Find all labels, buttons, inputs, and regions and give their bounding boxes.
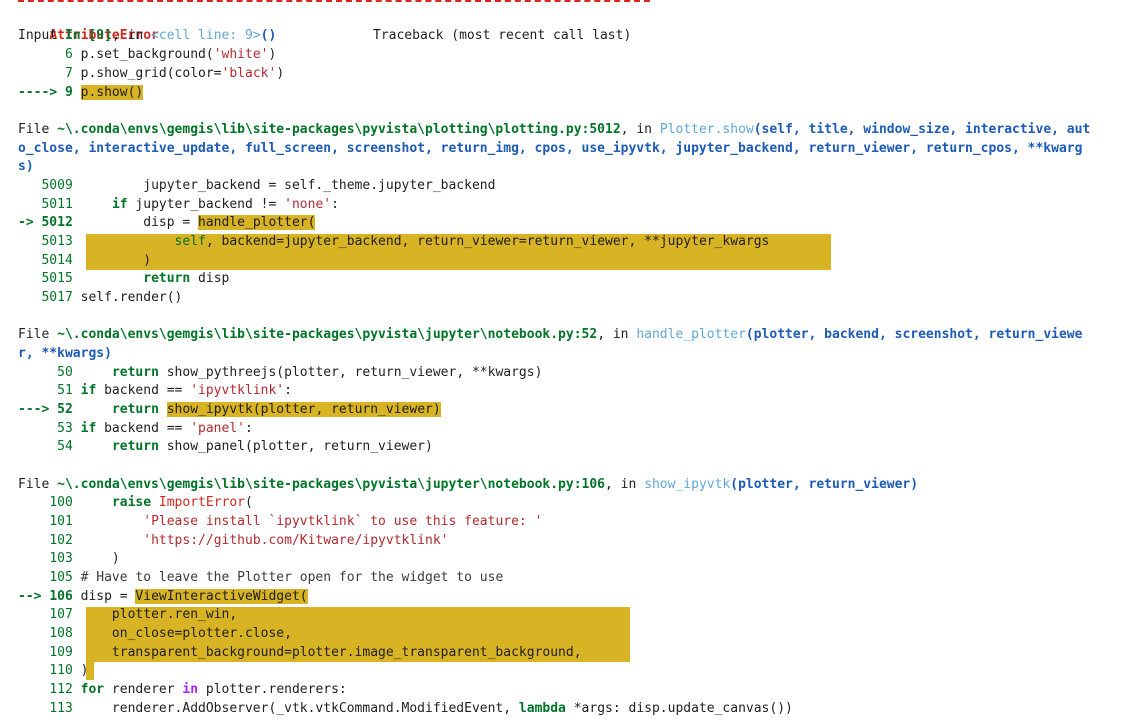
code-line: 112 for renderer in plotter.renderers: <box>49 682 347 697</box>
frame-signature: (plotter, return_viewer) <box>730 477 919 492</box>
code-line-current: --> 106 disp = ViewInteractiveWidget( <box>18 589 308 604</box>
frame-function: handle_plotter <box>636 327 746 342</box>
frame-function: Plotter.show <box>659 122 754 137</box>
code-line: 54 return show_panel(plotter, return_vie… <box>57 439 433 454</box>
code-line: 105 # Have to leave the Plotter open for… <box>49 570 504 585</box>
frame-header: File ~\.conda\envs\gemgis\lib\site-packa… <box>18 327 1083 361</box>
frame-function: show_ipyvtk <box>644 477 731 492</box>
error-header: AttributeError Traceback (most recent cal… <box>18 8 1094 43</box>
code-line: 103 ) <box>49 551 120 566</box>
code-line: 107 plotter.ren_win, <box>49 607 238 622</box>
code-line: 100 raise ImportError( <box>49 495 253 510</box>
current-line-arrow: ----> <box>18 85 58 100</box>
code-line: 5013 self, backend=jupyter_backend, retu… <box>41 234 770 249</box>
cell-ref: In [9] <box>64 28 112 43</box>
code-line: 51 if backend == 'ipyvtklink': <box>57 383 292 398</box>
code-line-current: ----> 9 p.show() <box>18 85 144 100</box>
code-line: 5011 if jupyter_backend != 'none': <box>41 197 339 212</box>
frame-path: ~\.conda\envs\gemgis\lib\site-packages\p… <box>57 477 606 492</box>
code-line: 110 ) <box>49 663 89 678</box>
traceback-separator <box>18 0 650 2</box>
code-line: 102 'https://github.com/Kitware/ipyvtkli… <box>49 533 449 548</box>
code-line: 5014 ) <box>41 253 152 268</box>
code-line: 6 p.set_background('white') <box>64 47 277 62</box>
code-line: 101 'Please install `ipyvtklink` to use … <box>49 514 543 529</box>
cell-location: <cell line: 9> <box>151 28 261 43</box>
highlighted-code: p.show() <box>80 85 144 100</box>
code-line: 5015 return disp <box>41 271 230 286</box>
code-line: 113 renderer.AddObserver(_vtk.vtkCommand… <box>49 701 793 716</box>
code-line-current: -> 5012 disp = handle_plotter( <box>18 215 316 230</box>
code-line: 7 p.show_grid(color='black') <box>64 66 285 81</box>
code-line: 50 return show_pythreejs(plotter, return… <box>57 365 543 380</box>
traceback-output: AttributeError Traceback (most recent cal… <box>0 0 1132 727</box>
code-line: 108 on_close=plotter.close, <box>49 626 292 641</box>
input-header: Input In [9], in <cell line: 9>() <box>18 28 277 43</box>
frame-header: File ~\.conda\envs\gemgis\lib\site-packa… <box>18 122 1091 175</box>
frame-path: ~\.conda\envs\gemgis\lib\site-packages\p… <box>57 122 621 137</box>
code-line: 109 transparent_background=plotter.image… <box>49 645 582 660</box>
frame-header: File ~\.conda\envs\gemgis\lib\site-packa… <box>18 477 919 492</box>
frame-path: ~\.conda\envs\gemgis\lib\site-packages\p… <box>57 327 598 342</box>
code-line: 53 if backend == 'panel': <box>57 421 253 436</box>
code-line-current: ---> 52 return show_ipyvtk(plotter, retu… <box>18 402 441 417</box>
code-line: 5009 jupyter_backend = self._theme.jupyt… <box>41 178 496 193</box>
code-line: 5017 self.render() <box>41 290 183 305</box>
